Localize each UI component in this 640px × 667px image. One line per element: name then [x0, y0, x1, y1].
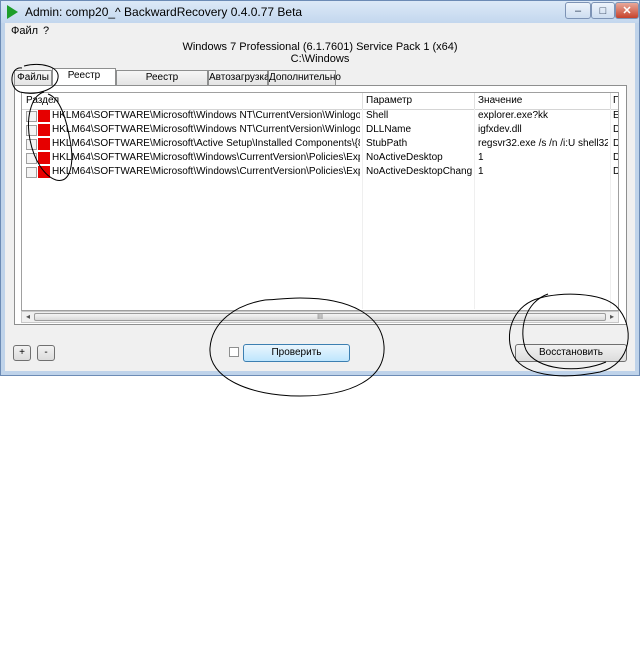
- header-parameter[interactable]: Параметр: [366, 95, 412, 106]
- danger-marker-icon: [38, 124, 50, 136]
- cell-parameter: NoActiveDesktopChanges: [366, 166, 472, 177]
- header-extra[interactable]: П: [613, 95, 618, 106]
- cell-extra: E: [613, 109, 618, 123]
- app-window: Admin: comp20_^ BackwardRecovery 0.4.0.7…: [0, 0, 640, 376]
- registry-table: Раздел Параметр Значение П HKLM64\SOFTWA…: [21, 92, 619, 311]
- column-divider: [474, 93, 475, 109]
- minimize-button[interactable]: –: [565, 2, 591, 19]
- tab-autostart[interactable]: Автозагрузка: [208, 70, 270, 85]
- cell-value: regsvr32.exe /s /n /i:U shell32.dll: [478, 138, 608, 149]
- danger-marker-icon: [38, 152, 50, 164]
- column-divider: [362, 93, 363, 109]
- cell-parameter: NoActiveDesktop: [366, 152, 443, 163]
- add-button[interactable]: +: [13, 345, 31, 361]
- cell-parameter: DLLName: [366, 124, 412, 135]
- cell-extra: D: [613, 165, 618, 179]
- system-info: Windows 7 Professional (6.1.7601) Servic…: [5, 41, 635, 65]
- check-button[interactable]: Проверить: [243, 344, 350, 362]
- cell-value: 1: [478, 152, 484, 163]
- tab-panel: Раздел Параметр Значение П HKLM64\SOFTWA…: [14, 85, 627, 325]
- cell-extra: D: [613, 151, 618, 165]
- row-checkbox[interactable]: [26, 167, 37, 178]
- cell-extra: D: [613, 137, 618, 151]
- menu-file[interactable]: Файл: [11, 25, 38, 37]
- os-version: Windows 7 Professional (6.1.7601) Servic…: [182, 41, 458, 53]
- menu-bar: Файл ?: [5, 23, 635, 39]
- title-bar[interactable]: Admin: comp20_^ BackwardRecovery 0.4.0.7…: [1, 1, 639, 23]
- table-row[interactable]: HKLM64\SOFTWARE\Microsoft\Windows NT\Cur…: [22, 123, 618, 137]
- table-row[interactable]: HKLM64\SOFTWARE\Microsoft\Active Setup\I…: [22, 137, 618, 151]
- row-checkbox[interactable]: [26, 111, 37, 122]
- cell-section: HKLM64\SOFTWARE\Microsoft\Windows NT\Cur…: [52, 124, 360, 135]
- cell-section: HKLM64\SOFTWARE\Microsoft\Windows\Curren…: [52, 166, 360, 177]
- check-all-checkbox[interactable]: [229, 347, 239, 357]
- scroll-thumb[interactable]: III: [34, 313, 606, 321]
- header-section[interactable]: Раздел: [26, 95, 59, 106]
- table-row[interactable]: HKLM64\SOFTWARE\Microsoft\Windows\Curren…: [22, 151, 618, 165]
- cell-parameter: StubPath: [366, 138, 408, 149]
- tab-registry-user[interactable]: Реестр пользователя: [116, 70, 208, 97]
- cell-parameter: Shell: [366, 110, 389, 121]
- danger-marker-icon: [38, 110, 50, 122]
- cell-section: HKLM64\SOFTWARE\Microsoft\Active Setup\I…: [52, 138, 360, 149]
- menu-help[interactable]: ?: [43, 25, 49, 37]
- tab-advanced[interactable]: Дополнительно: [268, 70, 341, 85]
- windows-path: C:\Windows: [290, 53, 350, 65]
- table-row[interactable]: HKLM64\SOFTWARE\Microsoft\Windows NT\Cur…: [22, 109, 618, 123]
- maximize-button[interactable]: □: [591, 2, 615, 19]
- scroll-right-icon[interactable]: ▸: [606, 312, 618, 322]
- tab-registry-active[interactable]: Реестр актив.: [52, 68, 116, 95]
- row-checkbox[interactable]: [26, 125, 37, 136]
- table-header: Раздел Параметр Значение П: [22, 93, 618, 110]
- restore-button[interactable]: Восстановить: [515, 344, 627, 362]
- window-title: Admin: comp20_^ BackwardRecovery 0.4.0.7…: [25, 5, 303, 19]
- cell-value: 1: [478, 166, 484, 177]
- header-value[interactable]: Значение: [478, 95, 522, 106]
- cell-value: igfxdev.dll: [478, 124, 522, 135]
- danger-marker-icon: [38, 166, 50, 178]
- scroll-left-icon[interactable]: ◂: [22, 312, 34, 322]
- cell-section: HKLM64\SOFTWARE\Microsoft\Windows NT\Cur…: [52, 110, 360, 121]
- app-play-icon: [7, 5, 18, 19]
- danger-marker-icon: [38, 138, 50, 150]
- cell-extra: D: [613, 123, 618, 137]
- cell-value: explorer.exe?kk: [478, 110, 549, 121]
- tab-files[interactable]: Файлы: [14, 70, 52, 85]
- row-checkbox[interactable]: [26, 139, 37, 150]
- row-checkbox[interactable]: [26, 153, 37, 164]
- column-divider: [610, 93, 611, 109]
- horizontal-scrollbar[interactable]: ◂ III ▸: [21, 311, 619, 323]
- remove-button[interactable]: -: [37, 345, 55, 361]
- close-button[interactable]: ✕: [615, 2, 639, 19]
- main-panel: Windows 7 Professional (6.1.7601) Servic…: [5, 39, 635, 371]
- cell-section: HKLM64\SOFTWARE\Microsoft\Windows\Curren…: [52, 152, 360, 163]
- table-row[interactable]: HKLM64\SOFTWARE\Microsoft\Windows\Curren…: [22, 165, 618, 179]
